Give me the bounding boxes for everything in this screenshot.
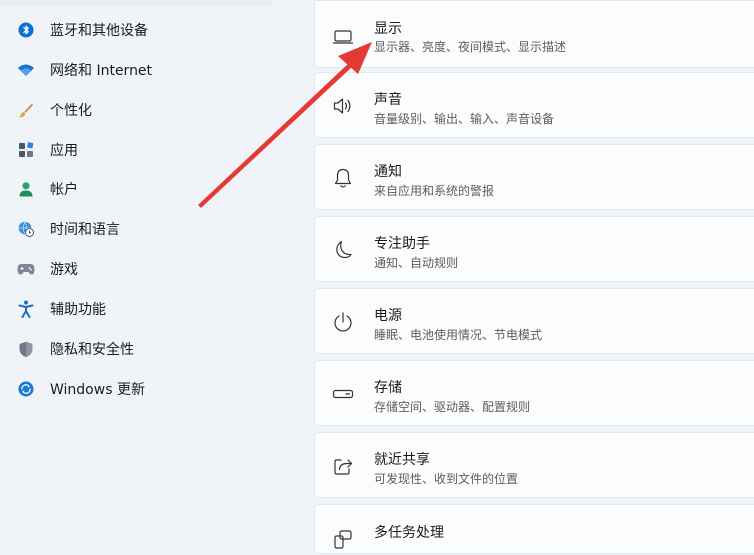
- settings-card-notifications[interactable]: 通知 来自应用和系统的警报: [314, 144, 754, 210]
- sidebar-item-gaming[interactable]: 游戏: [0, 251, 285, 287]
- sync-icon: [17, 380, 35, 398]
- sidebar-item-label: 游戏: [50, 262, 78, 278]
- brush-icon: [17, 101, 35, 119]
- settings-card-sound[interactable]: 声音 音量级别、输出、输入、声音设备: [314, 72, 754, 138]
- person-icon: [17, 180, 35, 198]
- card-title: 多任务处理: [374, 525, 444, 541]
- sidebar-item-label: 隐私和安全性: [50, 342, 134, 358]
- sidebar-item-label: 时间和语言: [50, 222, 120, 238]
- sidebar-item-label: 蓝牙和其他设备: [50, 23, 148, 39]
- card-subtitle: 音量级别、输出、输入、声音设备: [374, 112, 555, 126]
- display-icon: [332, 26, 354, 48]
- card-title: 存储: [374, 380, 402, 396]
- settings-list: 显示 显示器、亮度、夜间模式、显示描述 声音 音量级别、输出、输入、声音设备 通…: [314, 0, 754, 554]
- settings-card-multitasking[interactable]: 多任务处理: [314, 504, 754, 554]
- sidebar-item-label: 帐户: [50, 182, 78, 198]
- accessibility-icon: [17, 300, 35, 318]
- sidebar-item-windows-update[interactable]: Windows 更新: [0, 371, 285, 407]
- wifi-icon: [17, 61, 35, 79]
- card-title: 声音: [374, 92, 402, 108]
- sidebar-item-privacy[interactable]: 隐私和安全性: [0, 331, 285, 367]
- sidebar-item-label: 网络和 Internet: [50, 63, 153, 79]
- sidebar-item-bluetooth[interactable]: 蓝牙和其他设备: [0, 12, 285, 48]
- bell-icon: [332, 167, 354, 189]
- moon-icon: [332, 239, 354, 261]
- bluetooth-icon: [17, 21, 35, 39]
- card-title: 专注助手: [374, 236, 430, 252]
- card-subtitle: 通知、自动规则: [374, 256, 459, 270]
- settings-card-display[interactable]: 显示 显示器、亮度、夜间模式、显示描述: [314, 0, 754, 68]
- card-title: 显示: [374, 21, 402, 37]
- sidebar-item-accessibility[interactable]: 辅助功能: [0, 291, 285, 327]
- sidebar-item-label: 应用: [50, 143, 78, 159]
- settings-card-nearby-sharing[interactable]: 就近共享 可发现性、收到文件的位置: [314, 432, 754, 498]
- card-subtitle: 来自应用和系统的警报: [374, 184, 495, 198]
- sidebar-item-time-language[interactable]: 时间和语言: [0, 211, 285, 247]
- sidebar-item-accounts[interactable]: 帐户: [0, 171, 285, 207]
- card-subtitle: 睡眠、电池使用情况、节电模式: [374, 328, 543, 342]
- power-icon: [332, 311, 354, 333]
- multitask-icon: [332, 529, 354, 551]
- card-subtitle: 显示器、亮度、夜间模式、显示描述: [374, 40, 567, 54]
- card-subtitle: 存储空间、驱动器、配置规则: [374, 400, 531, 414]
- shield-icon: [17, 340, 35, 358]
- share-icon: [332, 455, 354, 477]
- speaker-icon: [332, 95, 354, 117]
- settings-card-focus-assist[interactable]: 专注助手 通知、自动规则: [314, 216, 754, 282]
- gamepad-icon: [17, 260, 35, 278]
- drive-icon: [332, 383, 354, 405]
- settings-card-power[interactable]: 电源 睡眠、电池使用情况、节电模式: [314, 288, 754, 354]
- sidebar-item-label: 个性化: [50, 103, 92, 119]
- settings-card-storage[interactable]: 存储 存储空间、驱动器、配置规则: [314, 360, 754, 426]
- sidebar-item-apps[interactable]: 应用: [0, 132, 285, 168]
- sidebar-item-label: Windows 更新: [50, 382, 145, 398]
- card-subtitle: 可发现性、收到文件的位置: [374, 472, 519, 486]
- sidebar-item-label: 辅助功能: [50, 302, 106, 318]
- sidebar-item-personalization[interactable]: 个性化: [0, 92, 285, 128]
- sidebar: 蓝牙和其他设备 网络和 Internet 个性化 应用 帐户 时间和语言 游戏 …: [0, 0, 300, 539]
- apps-icon: [17, 141, 35, 159]
- globe-clock-icon: [17, 220, 35, 238]
- card-title: 就近共享: [374, 452, 430, 468]
- card-title: 电源: [374, 308, 402, 324]
- card-title: 通知: [374, 164, 402, 180]
- sidebar-selected-item-edge[interactable]: [0, 0, 273, 6]
- sidebar-item-network[interactable]: 网络和 Internet: [0, 52, 285, 88]
